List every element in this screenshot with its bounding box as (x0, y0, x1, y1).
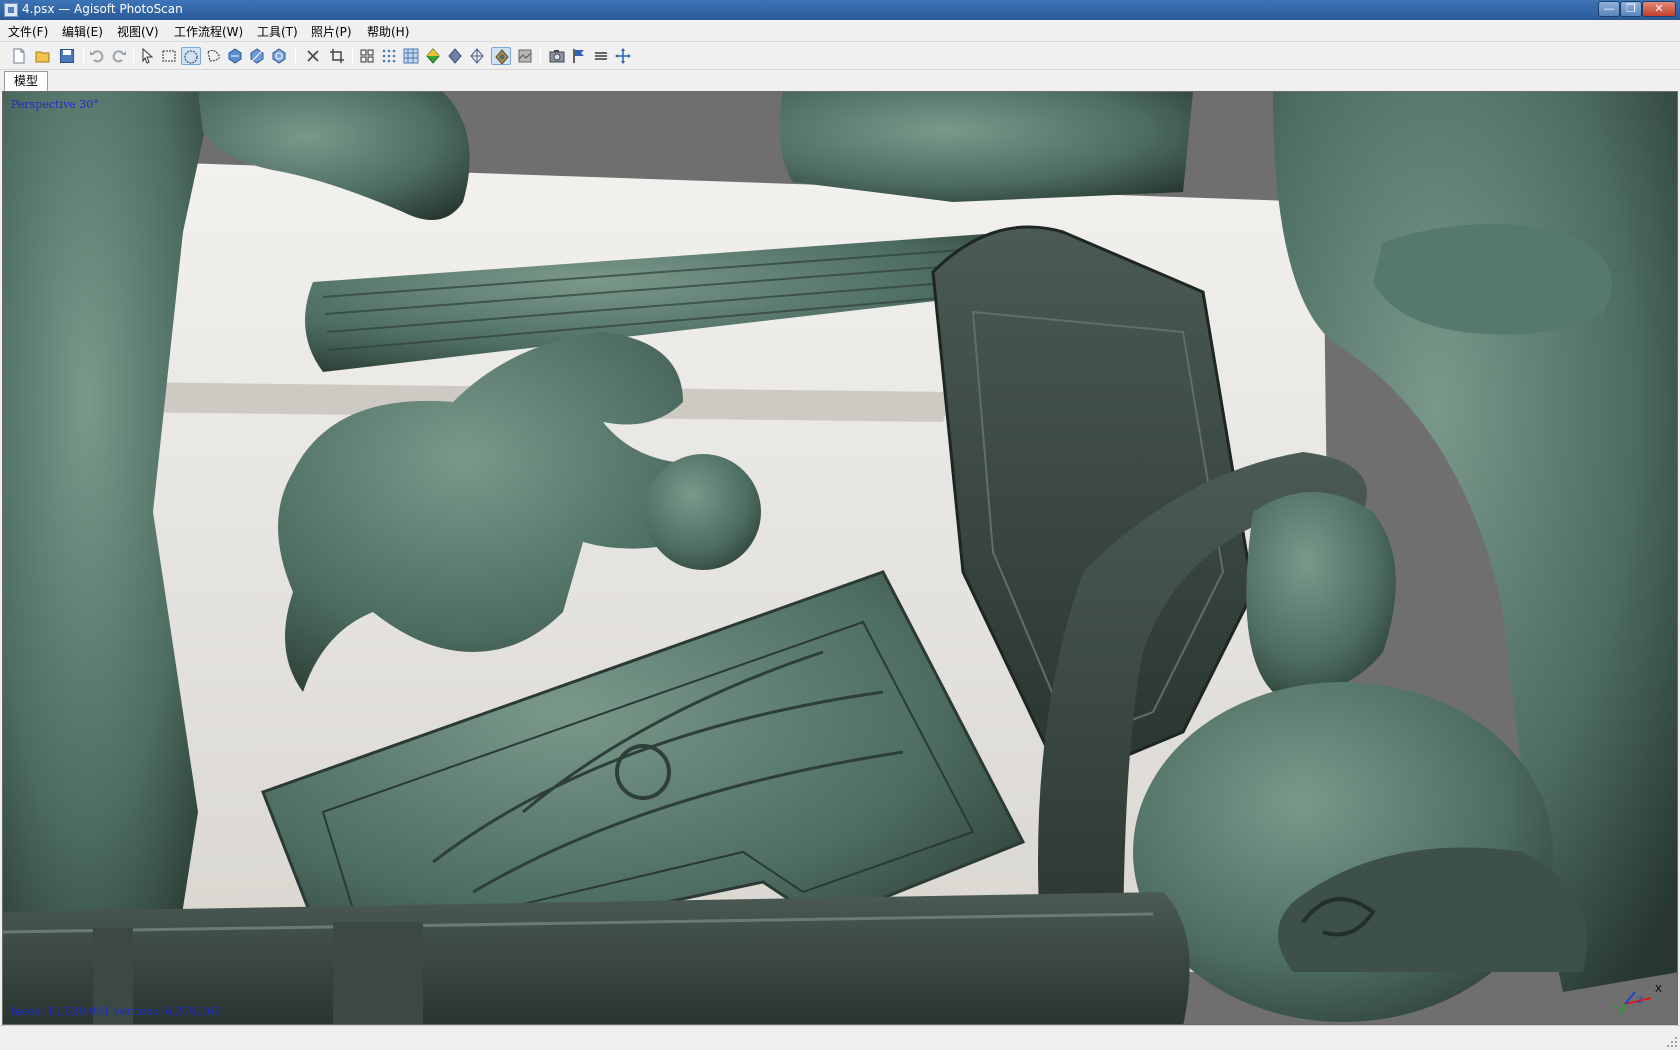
window-title: 4.psx — Agisoft PhotoScan (22, 2, 183, 16)
view-tab-bar: 模型 (0, 70, 1680, 91)
undo-icon[interactable] (87, 47, 107, 65)
crop-selection-icon[interactable] (327, 47, 347, 65)
projection-label: Perspective 30° (11, 98, 99, 111)
menu-bar: 文件(F) 编辑(E) 视图(V) 工作流程(W) 工具(T) 照片(P) 帮助… (0, 20, 1680, 42)
rectangle-selection-icon[interactable] (159, 47, 179, 65)
axis-z-label: Z (1637, 996, 1644, 1006)
delete-selection-icon[interactable] (303, 47, 323, 65)
show-shapes-icon[interactable] (591, 47, 611, 65)
menu-file[interactable]: 文件(F) (8, 23, 48, 40)
menu-tools[interactable]: 工具(T) (257, 23, 298, 40)
model-viewport[interactable]: Perspective 30° faces: 12,529,961 vertic… (2, 91, 1678, 1025)
open-project-icon[interactable] (33, 47, 53, 65)
minimize-button[interactable]: — (1598, 1, 1620, 17)
solid-model-icon[interactable] (445, 47, 465, 65)
show-cameras-grid-icon[interactable] (357, 47, 377, 65)
title-bar: 4.psx — Agisoft PhotoScan — ❐ ✕ (0, 0, 1680, 20)
resize-region-icon[interactable] (247, 47, 267, 65)
menu-workflow[interactable]: 工作流程(W) (174, 23, 243, 40)
show-dense-cloud-icon[interactable] (401, 47, 421, 65)
axis-y-label: Y (1613, 1004, 1619, 1014)
restore-button[interactable]: ❐ (1620, 1, 1642, 17)
textured-model-render[interactable] (3, 92, 1678, 1025)
show-points-icon[interactable] (379, 47, 399, 65)
wireframe-model-icon[interactable] (467, 47, 487, 65)
app-icon (4, 3, 18, 17)
show-cameras-icon[interactable] (547, 47, 567, 65)
reset-view-icon[interactable] (613, 47, 633, 65)
menu-photos[interactable]: 照片(P) (311, 23, 352, 40)
textured-model-icon[interactable] (491, 47, 511, 65)
circle-selection-icon[interactable] (181, 47, 201, 65)
redo-icon[interactable] (109, 47, 129, 65)
new-project-icon[interactable] (9, 47, 29, 65)
resize-grip-icon[interactable] (1666, 1036, 1678, 1048)
menu-edit[interactable]: 编辑(E) (62, 23, 103, 40)
show-dem-icon[interactable] (515, 47, 535, 65)
model-stats-label: faces: 12,529,961 vertices: 6,279,560 (11, 1005, 222, 1018)
rotate-region-icon[interactable] (269, 47, 289, 65)
main-toolbar (0, 42, 1680, 70)
shaded-model-icon[interactable] (423, 47, 443, 65)
menu-view[interactable]: 视图(V) (117, 23, 159, 40)
status-bar (0, 1025, 1680, 1050)
axis-x-label: X (1655, 984, 1662, 995)
tab-model[interactable]: 模型 (4, 71, 48, 91)
save-project-icon[interactable] (57, 47, 77, 65)
menu-help[interactable]: 帮助(H) (367, 23, 409, 40)
free-form-selection-icon[interactable] (203, 47, 223, 65)
axis-gizmo: X Z Y (1611, 968, 1665, 1016)
rotate-object-icon[interactable] (225, 47, 245, 65)
show-markers-icon[interactable] (569, 47, 589, 65)
navigation-icon[interactable] (137, 47, 157, 65)
close-button[interactable]: ✕ (1642, 1, 1676, 17)
